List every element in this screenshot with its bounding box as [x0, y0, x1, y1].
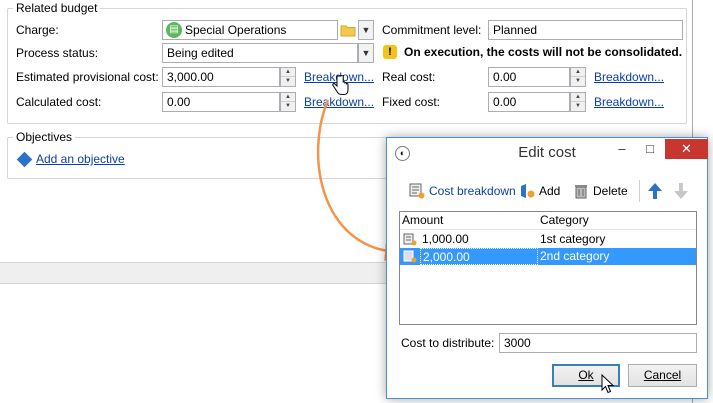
charge-label: Charge: — [16, 23, 59, 37]
app-icon: ◐ — [395, 146, 410, 161]
process-status-value: Being edited — [167, 46, 234, 60]
cost-grid: Amount Category 1,000.00 1st category 2,… — [399, 211, 697, 325]
toolbar-separator — [639, 180, 640, 202]
row-amount: 1,000.00 — [422, 232, 469, 246]
warning-message: On execution, the costs will not be cons… — [404, 45, 683, 59]
real-cost-input[interactable]: 0.00 — [488, 67, 570, 87]
trash-icon — [573, 183, 589, 199]
fixed-cost-input[interactable]: 0.00 — [488, 92, 570, 112]
cost-line-icon — [403, 233, 417, 246]
hand-cursor-icon — [332, 74, 350, 97]
related-budget-legend: Related budget — [13, 1, 101, 15]
fixed-cost-value: 0.00 — [493, 95, 517, 109]
cost-breakdown-icon — [409, 183, 425, 199]
estimated-cost-label: Estimated provisional cost: — [16, 70, 159, 84]
commitment-label: Commitment level: — [382, 23, 482, 37]
close-button[interactable]: ✕ — [665, 139, 708, 159]
cost-to-distribute-input[interactable]: 3000 — [499, 333, 697, 353]
fixed-breakdown-link[interactable]: Breakdown... — [594, 95, 664, 109]
calculated-cost-label: Calculated cost: — [16, 95, 102, 109]
row-amount: 2,000.00 — [420, 248, 538, 265]
minimize-button[interactable]: – — [609, 139, 635, 159]
cost-to-distribute-label: Cost to distribute: — [401, 336, 495, 350]
charge-value: Special Operations — [185, 23, 287, 37]
charge-dropdown-button[interactable]: ▼ — [358, 20, 374, 40]
real-breakdown-link[interactable]: Breakdown... — [594, 70, 664, 84]
row-category: 2nd category — [540, 249, 610, 263]
commitment-value: Planned — [493, 23, 538, 37]
add-button[interactable]: Add — [539, 180, 560, 202]
edit-cost-dialog: Edit cost ◐ – □ ✕ Cost breakdown Add Del… — [386, 137, 708, 399]
warning-icon: ! — [383, 45, 397, 59]
add-icon — [519, 183, 535, 199]
dialog-toolbar: Cost breakdown Add Delete — [403, 178, 701, 204]
charge-category-icon: ▤ — [166, 22, 182, 38]
estimated-cost-spinner[interactable]: ▲ ▼ — [280, 67, 296, 87]
calculated-cost-input[interactable]: 0.00 — [162, 92, 280, 112]
charge-field[interactable]: Special Operations — [162, 20, 338, 40]
process-status-label: Process status: — [16, 46, 99, 60]
cost-breakdown-button[interactable]: Cost breakdown — [429, 180, 516, 202]
cost-line-icon — [403, 250, 417, 263]
move-down-icon[interactable] — [673, 182, 689, 200]
calculated-cost-value: 0.00 — [167, 95, 191, 109]
estimated-cost-value: 3,000.00 — [167, 70, 214, 84]
arrow-cursor-icon — [601, 373, 615, 394]
column-category[interactable]: Category — [540, 212, 589, 229]
real-cost-value: 0.00 — [493, 70, 517, 84]
commitment-field[interactable]: Planned — [488, 20, 683, 40]
fixed-cost-spinner[interactable]: ▲ ▼ — [570, 92, 586, 112]
move-up-icon[interactable] — [647, 182, 663, 200]
table-row-selected[interactable]: 2,000.00 2nd category — [400, 248, 696, 265]
process-status-field[interactable]: Being edited — [162, 43, 358, 63]
cost-to-distribute-value: 3000 — [504, 336, 531, 350]
real-cost-label: Real cost: — [382, 70, 436, 84]
table-row[interactable]: 1,000.00 1st category — [400, 231, 696, 248]
real-cost-spinner[interactable]: ▲ ▼ — [570, 67, 586, 87]
process-status-dropdown-button[interactable]: ▼ — [358, 43, 374, 63]
maximize-button[interactable]: □ — [637, 139, 663, 159]
objectives-legend: Objectives — [13, 130, 76, 144]
delete-button[interactable]: Delete — [593, 180, 628, 202]
column-amount[interactable]: Amount — [402, 212, 443, 229]
add-objective-link[interactable]: Add an objective — [36, 152, 125, 166]
estimated-cost-input[interactable]: 3,000.00 — [162, 67, 280, 87]
grid-header: Amount Category — [400, 212, 696, 230]
folder-icon[interactable] — [340, 22, 356, 38]
cancel-button[interactable]: Cancel — [628, 364, 697, 387]
calculated-cost-spinner[interactable]: ▲ ▼ — [280, 92, 296, 112]
row-category: 1st category — [540, 232, 606, 246]
